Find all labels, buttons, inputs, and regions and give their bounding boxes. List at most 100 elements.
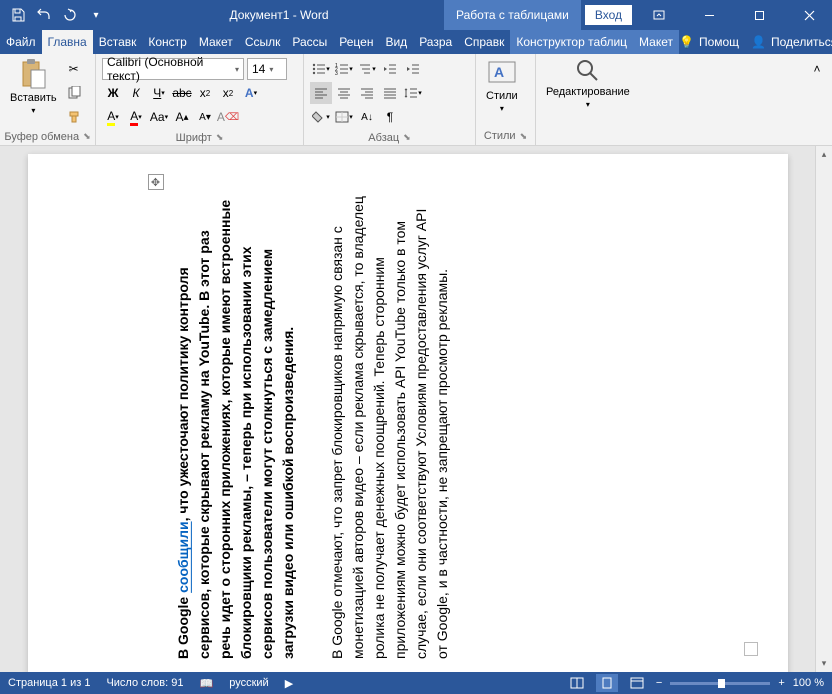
align-right-button[interactable]	[356, 82, 378, 104]
vertical-scrollbar[interactable]: ▴ ▾	[815, 146, 832, 672]
change-case-button[interactable]: Aa▾	[148, 106, 170, 128]
line-spacing-button[interactable]: ▾	[402, 82, 424, 104]
bullets-button[interactable]: ▾	[310, 58, 332, 80]
superscript-button[interactable]: x2	[217, 82, 239, 104]
page-viewport[interactable]: ✥ В Google сообщили, что ужесточают поли…	[0, 146, 815, 672]
tab-design[interactable]: Констр	[142, 30, 192, 54]
table-anchor-icon[interactable]: ✥	[148, 174, 164, 190]
signin-button[interactable]: Вход	[585, 5, 632, 25]
minimize-icon[interactable]	[686, 0, 732, 30]
status-words[interactable]: Число слов: 91	[106, 677, 183, 689]
share-button[interactable]: 👤Поделиться	[751, 35, 832, 49]
underline-button[interactable]: Ч▾	[148, 82, 170, 104]
tab-table-design[interactable]: Конструктор таблиц	[510, 30, 633, 54]
increase-indent-button[interactable]	[402, 58, 424, 80]
print-layout-icon[interactable]	[596, 674, 618, 692]
decrease-indent-button[interactable]	[379, 58, 401, 80]
borders-button[interactable]: ▾	[333, 106, 355, 128]
ribbon-display-icon[interactable]	[636, 0, 682, 30]
table-resize-handle[interactable]	[744, 642, 758, 656]
text-effects-button[interactable]: A▾	[240, 82, 262, 104]
collapse-ribbon-icon[interactable]: ˄	[806, 58, 828, 80]
tab-developer[interactable]: Разра	[413, 30, 458, 54]
tab-review[interactable]: Рецен	[333, 30, 379, 54]
title-right: Работа с таблицами Вход	[444, 0, 832, 30]
status-language[interactable]: русский	[229, 677, 268, 689]
group-paragraph: ▾ 123▾ ▾ ▾ ▾ ▾ A↓ ¶ Абзац⬊	[304, 54, 476, 145]
clear-formatting-button[interactable]: A⌫	[217, 106, 239, 128]
ribbon-tabs: Файл Главна Вставк Констр Макет Ссылк Ра…	[0, 30, 832, 54]
italic-button[interactable]: К	[125, 82, 147, 104]
editing-button[interactable]: Редактирование ▾	[540, 56, 636, 111]
tab-view[interactable]: Вид	[379, 30, 413, 54]
bold-button[interactable]: Ж	[102, 82, 124, 104]
multilevel-button[interactable]: ▾	[356, 58, 378, 80]
svg-text:3: 3	[335, 71, 338, 75]
cut-icon[interactable]: ✂	[63, 58, 85, 80]
styles-dialog-icon[interactable]: ⬊	[520, 131, 528, 142]
quick-access-toolbar: ▾	[0, 3, 114, 27]
shading-button[interactable]: ▾	[310, 106, 332, 128]
status-page[interactable]: Страница 1 из 1	[8, 677, 90, 689]
macro-icon[interactable]: ▶	[285, 677, 293, 690]
shrink-font-button[interactable]: A▾	[194, 106, 216, 128]
font-name-combo[interactable]: Calibri (Основной текст)▾	[102, 58, 244, 80]
font-size-combo[interactable]: 14▾	[247, 58, 287, 80]
tab-help[interactable]: Справк	[458, 30, 510, 54]
read-mode-icon[interactable]	[566, 674, 588, 692]
paragraph-2: В Google отмечают, что запрет блокировщи…	[327, 195, 453, 659]
align-left-button[interactable]	[310, 82, 332, 104]
copy-icon[interactable]	[63, 82, 85, 104]
window-title: Документ1 - Word	[114, 8, 444, 22]
justify-button[interactable]	[379, 82, 401, 104]
svg-text:A: A	[494, 64, 504, 80]
font-dialog-icon[interactable]: ⬊	[216, 132, 224, 143]
document-area: ✥ В Google сообщили, что ужесточают поли…	[0, 146, 832, 672]
tab-mailings[interactable]: Рассы	[286, 30, 333, 54]
align-center-button[interactable]	[333, 82, 355, 104]
zoom-slider[interactable]	[670, 682, 770, 685]
zoom-out-button[interactable]: −	[656, 677, 662, 689]
status-bar: Страница 1 из 1 Число слов: 91 📖 русский…	[0, 672, 832, 694]
scroll-down-icon[interactable]: ▾	[816, 655, 832, 672]
paragraph-dialog-icon[interactable]: ⬊	[403, 132, 411, 143]
web-layout-icon[interactable]	[626, 674, 648, 692]
tab-table-layout[interactable]: Макет	[633, 30, 679, 54]
show-marks-button[interactable]: ¶	[379, 106, 401, 128]
highlight-button[interactable]: A▾	[102, 106, 124, 128]
close-icon[interactable]	[786, 0, 832, 30]
redo-icon[interactable]	[58, 3, 82, 27]
tab-home[interactable]: Главна	[42, 30, 93, 54]
group-styles: A Стили ▾ Стили⬊	[476, 54, 536, 145]
save-icon[interactable]	[6, 3, 30, 27]
scroll-up-icon[interactable]: ▴	[816, 146, 832, 163]
grow-font-button[interactable]: A▴	[171, 106, 193, 128]
group-font: Calibri (Основной текст)▾ 14▾ Ж К Ч▾ abc…	[96, 54, 304, 145]
font-color-button[interactable]: A▾	[125, 106, 147, 128]
styles-button[interactable]: A Стили ▾	[480, 56, 524, 115]
tab-insert[interactable]: Вставк	[93, 30, 143, 54]
hyperlink[interactable]: сообщили	[175, 521, 191, 592]
tab-layout[interactable]: Макет	[193, 30, 239, 54]
page: ✥ В Google сообщили, что ужесточают поли…	[28, 154, 788, 672]
numbering-button[interactable]: 123▾	[333, 58, 355, 80]
qat-customize-icon[interactable]: ▾	[84, 3, 108, 27]
share-icon: 👤	[751, 35, 766, 49]
paste-button[interactable]: Вставить ▾	[4, 56, 63, 117]
maximize-icon[interactable]	[736, 0, 782, 30]
tab-file[interactable]: Файл	[0, 30, 42, 54]
undo-icon[interactable]	[32, 3, 56, 27]
table-cell-content[interactable]: В Google сообщили, что ужесточают полити…	[173, 189, 653, 659]
sort-button[interactable]: A↓	[356, 106, 378, 128]
format-painter-icon[interactable]	[63, 106, 85, 128]
strikethrough-button[interactable]: abc	[171, 82, 193, 104]
subscript-button[interactable]: x2	[194, 82, 216, 104]
clipboard-dialog-icon[interactable]: ⬊	[83, 131, 91, 142]
zoom-in-button[interactable]: +	[778, 677, 784, 689]
proofing-icon[interactable]: 📖	[200, 677, 214, 690]
help-icon: 💡	[679, 35, 694, 49]
zoom-level[interactable]: 100 %	[793, 677, 824, 689]
tab-references[interactable]: Ссылк	[239, 30, 287, 54]
help-button[interactable]: 💡Помощ	[679, 35, 739, 49]
chevron-down-icon: ▾	[500, 104, 504, 113]
